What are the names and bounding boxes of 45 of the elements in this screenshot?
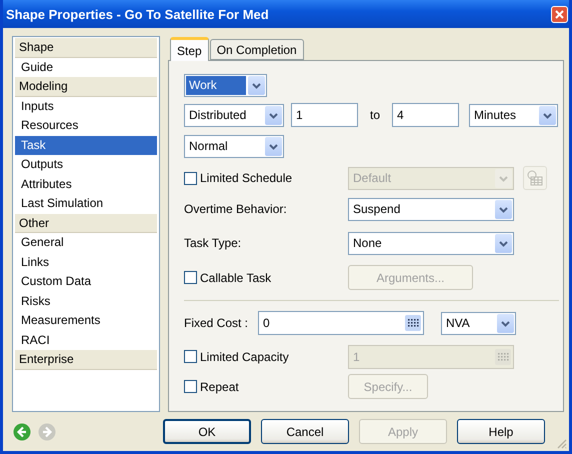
chevron-icon <box>248 76 265 95</box>
checkbox-label: Limited Schedule <box>200 171 294 185</box>
group-header[interactable]: Shape <box>15 38 157 58</box>
unit-dropdown[interactable]: Minutes <box>469 104 558 126</box>
chevron-icon <box>539 106 556 124</box>
keypad-icon[interactable] <box>405 315 421 331</box>
chevron-icon <box>495 168 512 188</box>
category-dropdown[interactable]: NVA <box>441 312 516 334</box>
checkbox-label: Repeat <box>200 380 240 394</box>
shape-dropdown[interactable]: Normal <box>184 134 284 158</box>
work-dropdown[interactable]: Work <box>184 74 267 97</box>
calendar-icon <box>527 170 543 186</box>
dialog-button[interactable]: Cancel <box>261 419 349 444</box>
chevron-icon <box>497 314 514 332</box>
checkbox[interactable] <box>184 380 197 393</box>
close-button[interactable] <box>551 6 568 22</box>
field-label: Fixed Cost : <box>184 316 250 330</box>
chevron-icon <box>265 136 282 156</box>
dialog-button[interactable]: OK <box>163 419 251 444</box>
distribution-dropdown[interactable]: Distributed <box>184 104 284 126</box>
chevron-icon <box>495 200 512 218</box>
sidebar-item[interactable]: Task <box>15 136 157 155</box>
close-icon <box>555 10 564 18</box>
group-header[interactable]: Enterprise <box>15 350 157 370</box>
group-header[interactable]: Other <box>15 214 157 233</box>
resize-grip-icon[interactable] <box>555 437 567 449</box>
checkbox[interactable] <box>184 271 197 284</box>
task-type-dropdown[interactable]: None <box>348 232 514 254</box>
cost-field[interactable]: 0 <box>258 311 424 335</box>
field-label: Task Type: <box>184 236 242 250</box>
group-header[interactable]: Modeling <box>15 77 157 96</box>
overtime-dropdown[interactable]: Suspend <box>348 198 514 220</box>
to-label: to <box>368 108 381 122</box>
tab[interactable]: On Completion <box>210 39 304 60</box>
chevron-icon <box>495 234 512 252</box>
back-icon[interactable] <box>13 422 31 440</box>
checkbox-label: Limited Capacity <box>200 350 290 364</box>
tab[interactable]: Step <box>170 37 209 61</box>
checkbox-label: Callable Task <box>200 270 272 284</box>
max-field[interactable]: 4 <box>392 103 459 127</box>
dialog-button[interactable]: Help <box>457 419 545 444</box>
min-field[interactable]: 1 <box>291 103 358 127</box>
window-title: Shape Properties - Go To Satellite For Med <box>6 6 269 22</box>
field-label: Overtime Behavior: <box>184 202 288 216</box>
chevron-icon <box>265 106 282 124</box>
